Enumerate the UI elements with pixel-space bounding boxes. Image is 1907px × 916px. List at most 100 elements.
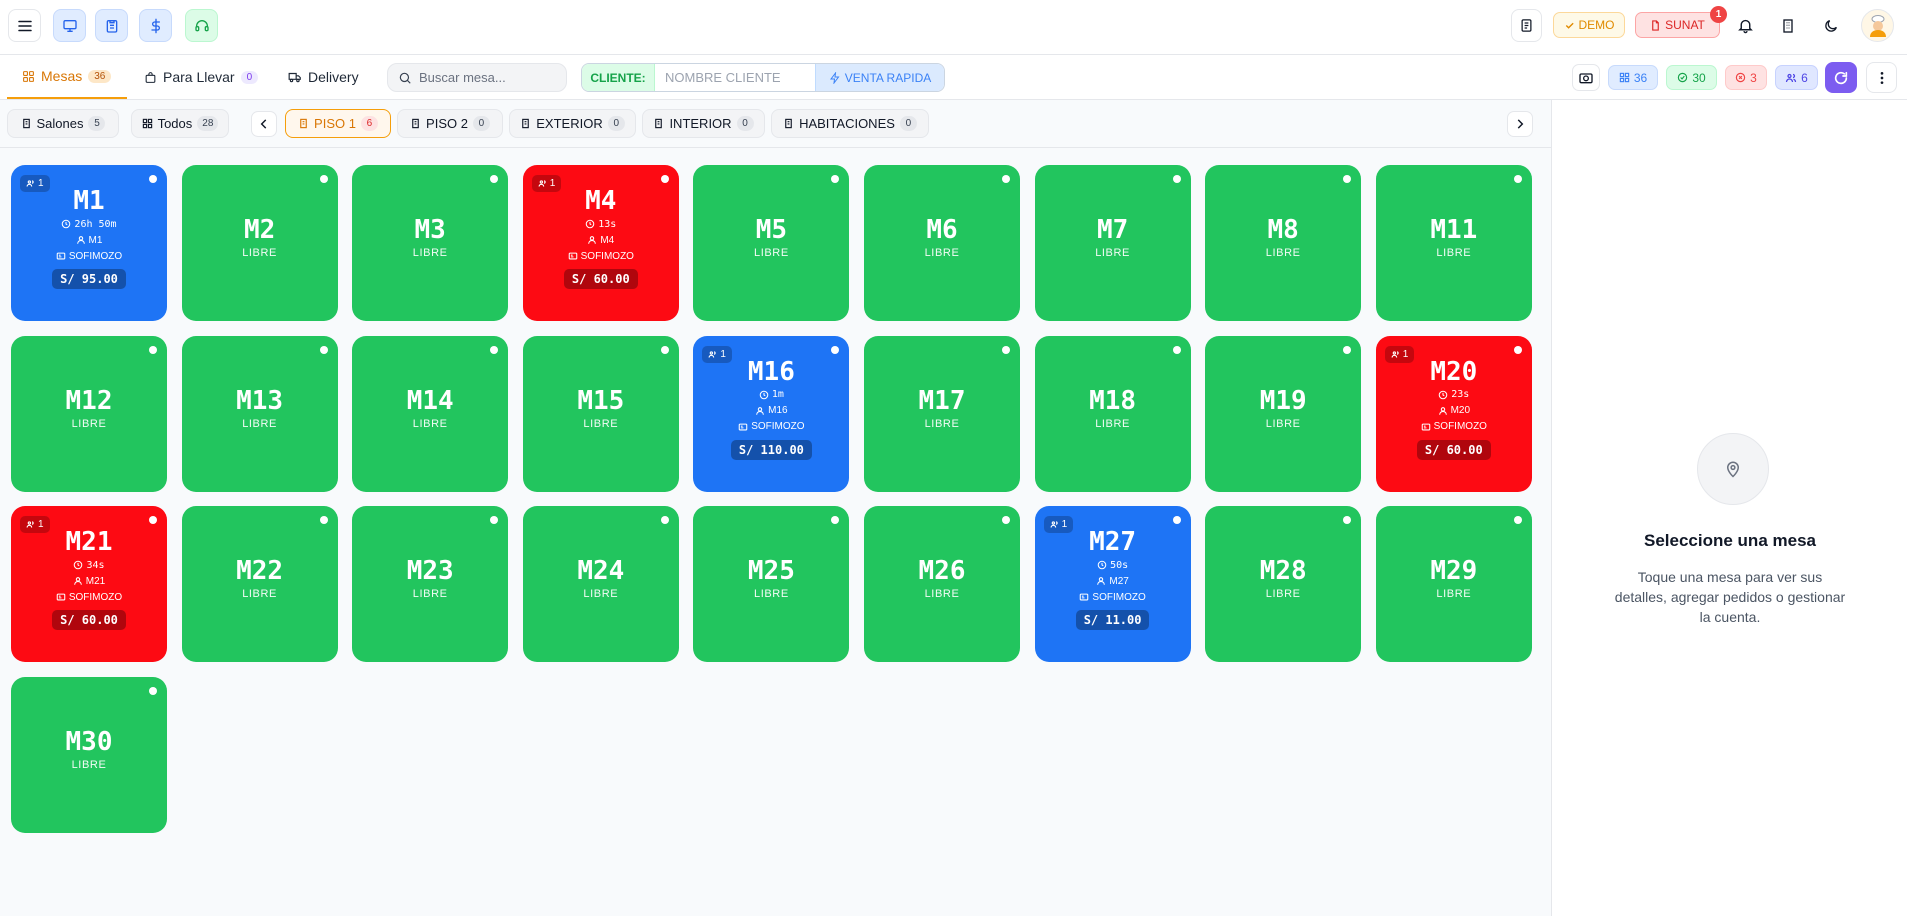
- elapsed-time: 34s: [11, 557, 167, 573]
- table-name: M22: [236, 556, 284, 587]
- floor-next-button[interactable]: [1507, 111, 1533, 137]
- guest-count: 1: [1402, 348, 1409, 360]
- table-name: M14: [406, 385, 454, 416]
- client-name-input[interactable]: [655, 64, 815, 91]
- demo-badge[interactable]: DEMO: [1553, 12, 1625, 38]
- refresh-button[interactable]: [1825, 62, 1857, 93]
- guest-count-badge: 1: [20, 516, 50, 534]
- user-icon: [756, 406, 765, 415]
- search-input[interactable]: [419, 70, 559, 85]
- stat-occupied-value: 3: [1750, 70, 1757, 85]
- table-card-m4[interactable]: 1 M4 13s M4 SOFIMOZO S/ 60.00: [522, 165, 679, 321]
- table-card-m7[interactable]: M7 LIBRE: [1034, 165, 1191, 321]
- tab-delivery[interactable]: Delivery: [288, 55, 359, 99]
- search-box[interactable]: [387, 63, 567, 92]
- status-dot: [490, 516, 499, 525]
- table-card-m24[interactable]: M24 LIBRE: [522, 506, 679, 663]
- floor-chip-salones[interactable]: Salones 5: [7, 109, 119, 138]
- chef-avatar-icon: [1869, 14, 1886, 37]
- tab-mesas[interactable]: Mesas 36: [7, 55, 127, 99]
- table-card-m29[interactable]: M29 LIBRE: [1375, 506, 1532, 663]
- client-line: M4: [523, 232, 679, 248]
- more-options-button[interactable]: [1866, 62, 1897, 93]
- sunat-button[interactable]: SUNAT 1: [1635, 6, 1727, 38]
- table-card-m8[interactable]: M8 LIBRE: [1205, 165, 1362, 321]
- table-card-m26[interactable]: M26 LIBRE: [864, 506, 1020, 663]
- table-card-m1[interactable]: 1 M1 26h 50m M1 SOFIMOZO S/ 95.00: [11, 165, 167, 321]
- floor-prev-button[interactable]: [251, 111, 277, 137]
- floor-label: PISO 1: [314, 116, 356, 131]
- waiter-line: SOFIMOZO: [693, 419, 849, 435]
- floor-bar: Salones 5 Todos 28 PISO 1 6 PISO 2 0 EXT…: [0, 100, 1551, 148]
- bolt-icon: [829, 71, 840, 84]
- quick-sale-button[interactable]: VENTA RAPIDA: [815, 64, 944, 91]
- bell-icon: [1738, 19, 1753, 34]
- order-total: S/ 60.00: [52, 610, 126, 631]
- stat-total[interactable]: 36: [1608, 65, 1658, 90]
- floor-count: 0: [899, 116, 917, 131]
- status-dot: [1343, 516, 1352, 525]
- table-card-m17[interactable]: M17 LIBRE: [864, 335, 1020, 492]
- floor-chip-piso-1[interactable]: PISO 1 6: [285, 109, 391, 138]
- floor-chip-piso-2[interactable]: PISO 2 0: [397, 109, 503, 138]
- receipt-button[interactable]: [1511, 9, 1542, 42]
- waiter-line: SOFIMOZO: [11, 589, 167, 605]
- table-card-m18[interactable]: M18 LIBRE: [1034, 335, 1191, 492]
- building-icon: [785, 118, 792, 129]
- x-circle-icon: [1735, 72, 1746, 83]
- floor-count: 0: [607, 116, 625, 131]
- building-icon: [300, 118, 307, 129]
- stat-free[interactable]: 30: [1666, 65, 1717, 90]
- table-status: LIBRE: [412, 417, 448, 430]
- top-bar: DEMO SUNAT 1: [0, 0, 1907, 55]
- table-card-m3[interactable]: M3 LIBRE: [352, 165, 509, 321]
- floor-chip-interior[interactable]: INTERIOR 0: [642, 109, 765, 138]
- floor-count: 0: [736, 116, 754, 131]
- camera-button[interactable]: [1572, 64, 1600, 91]
- notifications-button[interactable]: [1730, 9, 1761, 42]
- stat-waiters[interactable]: 6: [1775, 65, 1818, 90]
- table-status: LIBRE: [1095, 417, 1130, 430]
- floor-count: 6: [360, 116, 378, 131]
- table-card-m6[interactable]: M6 LIBRE: [864, 165, 1020, 321]
- table-card-m15[interactable]: M15 LIBRE: [522, 335, 679, 492]
- orders-button[interactable]: [95, 9, 128, 42]
- menu-button[interactable]: [8, 9, 41, 42]
- stat-occupied[interactable]: 3: [1725, 65, 1767, 90]
- table-card-m11[interactable]: M11 LIBRE: [1375, 165, 1532, 321]
- table-card-m28[interactable]: M28 LIBRE: [1205, 506, 1362, 663]
- theme-toggle[interactable]: [1815, 9, 1846, 42]
- table-card-m30[interactable]: M30 LIBRE: [11, 677, 167, 834]
- table-card-m22[interactable]: M22 LIBRE: [181, 506, 338, 663]
- monitor-button[interactable]: [53, 9, 86, 42]
- cash-button[interactable]: [139, 9, 172, 42]
- floor-chip-exterior[interactable]: EXTERIOR 0: [509, 109, 636, 138]
- table-card-m19[interactable]: M19 LIBRE: [1205, 335, 1362, 492]
- clock-icon: [1438, 390, 1448, 399]
- table-card-m23[interactable]: M23 LIBRE: [352, 506, 509, 663]
- status-dot: [1343, 345, 1352, 354]
- floor-chip-todos[interactable]: Todos 28: [131, 109, 229, 138]
- table-card-m14[interactable]: M14 LIBRE: [352, 335, 509, 492]
- table-card-m12[interactable]: M12 LIBRE: [11, 335, 167, 492]
- table-card-m2[interactable]: M2 LIBRE: [181, 165, 338, 321]
- user-avatar[interactable]: [1861, 9, 1894, 42]
- table-card-m5[interactable]: M5 LIBRE: [693, 165, 850, 321]
- floor-chip-habitaciones[interactable]: HABITACIONES 0: [771, 109, 929, 138]
- table-card-m16[interactable]: 1 M16 1m M16 SOFIMOZO S/ 110.00: [693, 335, 850, 492]
- order-total: S/ 11.00: [1075, 610, 1150, 631]
- table-card-m25[interactable]: M25 LIBRE: [693, 506, 850, 663]
- branch-button[interactable]: [1772, 9, 1803, 42]
- table-card-m20[interactable]: 1 M20 23s M20 SOFIMOZO S/ 60.00: [1375, 335, 1532, 492]
- status-dot: [831, 175, 840, 183]
- status-dot: [319, 516, 328, 525]
- empty-state-description: Toque una mesa para ver sus detalles, ag…: [1614, 569, 1846, 625]
- support-button[interactable]: [185, 9, 218, 42]
- table-card-m21[interactable]: 1 M21 34s M21 SOFIMOZO S/ 60.00: [11, 506, 167, 663]
- tab-para-llevar[interactable]: Para Llevar 0: [144, 55, 259, 99]
- floor-label: HABITACIONES: [799, 116, 895, 131]
- status-dot: [660, 175, 669, 183]
- status-dot: [660, 345, 669, 354]
- table-card-m27[interactable]: 1 M27 50s M27 SOFIMOZO S/ 11.00: [1034, 506, 1191, 663]
- table-card-m13[interactable]: M13 LIBRE: [181, 335, 338, 492]
